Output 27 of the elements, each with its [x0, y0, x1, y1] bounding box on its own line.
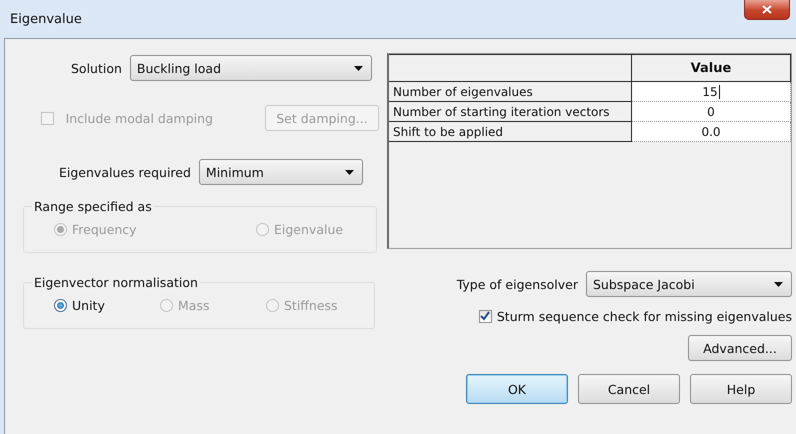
- radio-label: Unity: [72, 298, 105, 312]
- column-header: Value: [632, 54, 791, 82]
- dialog-button[interactable]: OK: [466, 374, 568, 404]
- advanced-button[interactable]: Advanced...: [688, 335, 792, 361]
- table-cell: Number of starting iteration vectors: [389, 102, 632, 122]
- window-title: Eigenvalue: [10, 12, 82, 27]
- group-title: Range specified as: [33, 199, 153, 214]
- eigenvalues-required-dropdown[interactable]: Minimum: [198, 159, 363, 185]
- group-title: Eigenvector normalisation: [33, 275, 199, 290]
- eigenvalues-required-label: Eigenvalues required: [59, 164, 191, 180]
- radio-label: Stiffness: [284, 298, 338, 312]
- value-field[interactable]: 0: [632, 102, 791, 122]
- dialog-button[interactable]: Cancel: [578, 374, 680, 404]
- eigensolver-label: Type of eigensolver: [456, 276, 578, 292]
- radio-label: Frequency: [72, 222, 137, 236]
- radio-label: Eigenvalue: [274, 222, 344, 236]
- value-field[interactable]: 15: [632, 82, 791, 102]
- solution-label: Solution: [71, 60, 122, 76]
- checkbox-label: Sturm sequence check for missing eigenvalues: [496, 308, 792, 324]
- radio-label: Mass: [178, 298, 210, 312]
- table-cell: Shift to be applied: [389, 122, 632, 142]
- checkbox-label: Include modal damping: [66, 110, 214, 126]
- value-field[interactable]: 0.0: [632, 122, 791, 142]
- solution-dropdown[interactable]: Buckling load: [130, 55, 372, 81]
- eigensolver-dropdown[interactable]: Subspace Jacobi: [586, 271, 792, 297]
- dialog-button[interactable]: Help: [690, 374, 792, 404]
- table-cell: Number of eigenvalues: [389, 82, 632, 102]
